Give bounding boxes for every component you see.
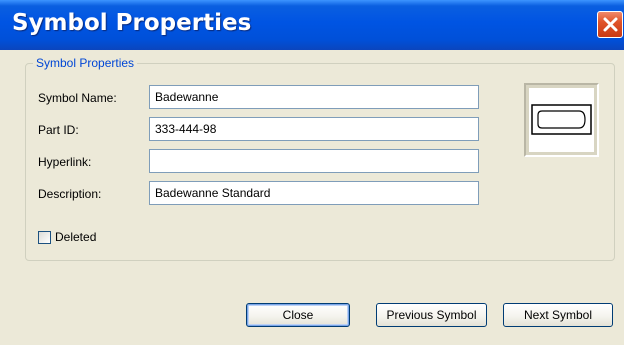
close-window-button[interactable] [597, 11, 623, 38]
description-field[interactable] [149, 181, 479, 205]
hyperlink-label: Hyperlink: [38, 155, 92, 169]
bathtub-symbol-icon [531, 104, 592, 135]
hyperlink-field[interactable] [149, 149, 479, 173]
part-id-label: Part ID: [38, 123, 79, 137]
group-legend: Symbol Properties [36, 56, 135, 70]
symbol-name-field[interactable] [149, 85, 479, 109]
deleted-label: Deleted [55, 230, 97, 244]
close-button[interactable]: Close [246, 303, 350, 327]
description-label: Description: [38, 187, 102, 201]
symbol-properties-dialog: Symbol Properties Symbol Properties Symb… [0, 0, 624, 345]
window-title: Symbol Properties [12, 10, 252, 36]
title-bar[interactable]: Symbol Properties [0, 0, 624, 50]
previous-symbol-button[interactable]: Previous Symbol [376, 303, 487, 327]
symbol-name-label: Symbol Name: [38, 91, 117, 105]
symbol-preview-canvas [529, 88, 594, 152]
close-icon [603, 17, 618, 32]
deleted-checkbox[interactable] [38, 231, 51, 244]
symbol-preview [524, 83, 599, 157]
next-symbol-button[interactable]: Next Symbol [503, 303, 613, 327]
part-id-field[interactable] [149, 117, 479, 141]
